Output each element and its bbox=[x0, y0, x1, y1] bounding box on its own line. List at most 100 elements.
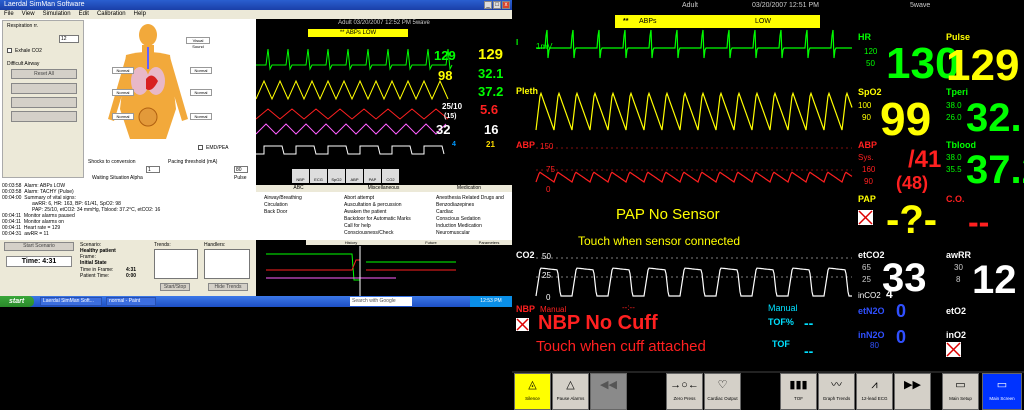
misc-item[interactable]: Abort attempt bbox=[344, 195, 374, 201]
med-item[interactable]: Cardiac bbox=[436, 209, 453, 215]
menu-calibration[interactable]: Calibration bbox=[97, 10, 126, 19]
abp-alarm-hi: 160 bbox=[862, 165, 876, 174]
misc-item[interactable]: Consciousness/Check bbox=[344, 230, 393, 236]
silence-button[interactable]: ◬ Silence bbox=[514, 373, 551, 410]
mini-abp-button[interactable]: ABP bbox=[346, 169, 363, 183]
mini-tblood: 37.2 bbox=[478, 84, 504, 99]
scroll-right-button[interactable]: ▶▶ bbox=[894, 373, 931, 410]
body-label-4[interactable]: Normal bbox=[190, 89, 212, 96]
med-item[interactable]: Anesthesia Related Drugs and bbox=[436, 195, 504, 201]
respiration-field[interactable]: 12 bbox=[59, 35, 79, 43]
tof-label: TOF bbox=[772, 339, 790, 349]
co-value[interactable]: -- bbox=[968, 206, 989, 238]
misc-item[interactable]: Auscultation & percussion bbox=[344, 202, 402, 208]
shocks-field[interactable]: 1 bbox=[146, 166, 160, 173]
patient-body-icon[interactable] bbox=[86, 19, 256, 180]
body-label-2[interactable]: Normal bbox=[190, 67, 212, 74]
hide-trends-button[interactable]: Hide Trends bbox=[208, 283, 248, 291]
pap-value[interactable]: -?- bbox=[886, 200, 937, 240]
graph-trends-button[interactable]: 〰 Graph Trends bbox=[818, 373, 855, 410]
tab-miscellaneous[interactable]: Miscellaneous bbox=[341, 185, 426, 192]
body-label-1[interactable]: Normal bbox=[112, 67, 134, 74]
etn2o-value[interactable]: 0 bbox=[896, 302, 906, 320]
start-stop-button[interactable]: Start/Stop bbox=[160, 283, 190, 291]
mini-co2-button[interactable]: CO2 bbox=[382, 169, 399, 183]
med-item[interactable]: Conscious Sedation bbox=[436, 216, 480, 222]
body-label-5[interactable]: Normal bbox=[112, 113, 134, 120]
menu-simulation[interactable]: Simulation bbox=[43, 10, 71, 19]
tab-medication[interactable]: Medication bbox=[426, 185, 512, 192]
pap-connect-hint[interactable]: Touch when sensor connected bbox=[578, 234, 740, 248]
menu-file[interactable]: File bbox=[4, 10, 14, 19]
airway-option-3[interactable] bbox=[11, 111, 77, 122]
tab-abc[interactable]: ABC bbox=[256, 185, 341, 192]
mini-spo2-button[interactable]: SpO2 bbox=[328, 169, 345, 183]
nbp-cuff-hint[interactable]: Touch when cuff attached bbox=[536, 338, 706, 355]
pap-alarm-off-icon[interactable] bbox=[858, 210, 873, 225]
tof-button[interactable]: ▮▮▮ TOF bbox=[780, 373, 817, 410]
shocks-label: Shocks to conversion bbox=[88, 159, 136, 165]
emd-pea-checkbox[interactable] bbox=[198, 145, 203, 150]
nbp-no-cuff-message[interactable]: NBP No Cuff bbox=[538, 312, 658, 335]
misc-item[interactable]: Call for help bbox=[344, 223, 371, 229]
frame-value: Initial State bbox=[80, 260, 107, 266]
med-item[interactable]: Induction Medication bbox=[436, 223, 482, 229]
main-screen-button[interactable]: ▭ Main Screen bbox=[982, 373, 1022, 410]
tperi-value[interactable]: 32.1 bbox=[966, 98, 1024, 138]
taskbar-item-paint[interactable]: normal - Paint bbox=[106, 297, 156, 306]
tblood-alarm-hi: 38.0 bbox=[946, 153, 962, 162]
pap-no-sensor-message[interactable]: PAP No Sensor bbox=[616, 206, 720, 223]
mini-abp: 5.6 bbox=[480, 102, 499, 117]
mini-ecg-button[interactable]: ECG bbox=[310, 169, 327, 183]
abp-scale-lo: 0 bbox=[546, 185, 551, 194]
misc-item[interactable]: Backdoor for Automatic Marks bbox=[344, 216, 411, 222]
maximize-icon[interactable]: □ bbox=[493, 1, 501, 9]
trends-box[interactable] bbox=[154, 249, 198, 279]
o2-alarm-off-icon[interactable] bbox=[946, 342, 961, 357]
pulse-value[interactable]: 129 bbox=[946, 44, 1019, 88]
close-icon[interactable]: x bbox=[502, 1, 510, 9]
menu-edit[interactable]: Edit bbox=[79, 10, 89, 19]
minimize-icon[interactable]: _ bbox=[484, 1, 492, 9]
mini-nbp-button[interactable]: NBP bbox=[292, 169, 309, 183]
airway-option-1[interactable] bbox=[11, 83, 77, 94]
tblood-value[interactable]: 37.2 bbox=[966, 150, 1024, 190]
pause-alarms-button[interactable]: △ Pause Alarms bbox=[552, 373, 589, 410]
nbp-alarm-off-icon[interactable] bbox=[516, 318, 529, 331]
handlers-box[interactable] bbox=[204, 249, 250, 279]
start-scenario-button[interactable]: Start Scenario bbox=[4, 242, 74, 251]
visual-sound-label[interactable]: Visual Sound bbox=[186, 37, 210, 49]
mini-monitor: Adult 03/20/2007 12:52 PM 5wave ** ABPs … bbox=[256, 19, 512, 185]
search-input[interactable]: Search with Google bbox=[350, 297, 412, 306]
cardiac-output-button[interactable]: ♡ Cardiac Output bbox=[704, 373, 741, 410]
zero-press-button[interactable]: →○← Zero Press bbox=[666, 373, 703, 410]
abc-item[interactable]: Airway/Breathing bbox=[264, 195, 302, 201]
abp-value[interactable]: /41 bbox=[908, 148, 941, 172]
etco2-alarm-hi: 65 bbox=[862, 263, 871, 272]
menu-view[interactable]: View bbox=[22, 10, 35, 19]
pacing-field[interactable]: 80 bbox=[234, 166, 248, 173]
body-label-3[interactable]: Normal bbox=[112, 89, 134, 96]
abc-item[interactable]: Circulation bbox=[264, 202, 288, 208]
body-label-6[interactable]: Normal bbox=[190, 113, 212, 120]
abc-item[interactable]: Back Door bbox=[264, 209, 287, 215]
exhale-co2-checkbox[interactable] bbox=[7, 48, 12, 53]
mini-pap-button[interactable]: PAP bbox=[364, 169, 381, 183]
menu-help[interactable]: Help bbox=[134, 10, 146, 19]
tof-pct-label: TOF% bbox=[768, 317, 794, 327]
main-setup-button[interactable]: ▭ Main Setup bbox=[942, 373, 979, 410]
awrr-value[interactable]: 12 bbox=[972, 260, 1017, 300]
start-button[interactable]: start bbox=[0, 296, 34, 307]
inn2o-value[interactable]: 0 bbox=[896, 328, 906, 346]
med-item[interactable]: Neuromuscular bbox=[436, 230, 470, 236]
reset-all-button[interactable]: Reset All bbox=[11, 69, 77, 79]
tperi-alarm-hi: 38.0 bbox=[946, 101, 962, 110]
spo2-value[interactable]: 99 bbox=[880, 96, 931, 142]
airway-option-2[interactable] bbox=[11, 97, 77, 108]
mini-pap-mean: (15) bbox=[444, 113, 457, 120]
12-lead-ecg-button[interactable]: ⩘ 12-lead ECG bbox=[856, 373, 893, 410]
scroll-left-button[interactable]: ◀◀ bbox=[590, 373, 627, 410]
taskbar-item-simman[interactable]: Laerdal SimMan Soft... bbox=[40, 297, 102, 306]
med-item[interactable]: Benzodiazepines bbox=[436, 202, 474, 208]
misc-item[interactable]: Awaken the patient bbox=[344, 209, 386, 215]
